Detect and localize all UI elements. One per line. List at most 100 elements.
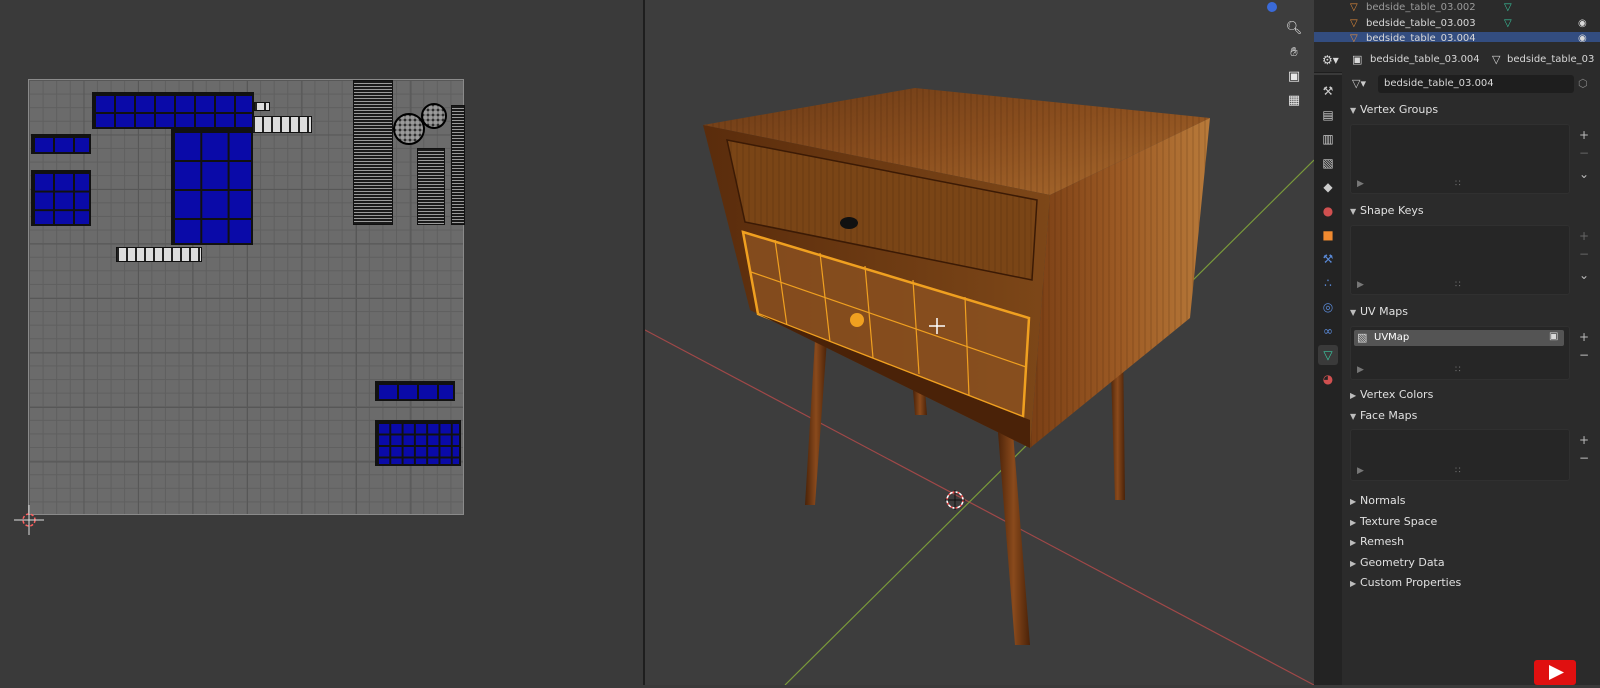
remove-face-map-button[interactable]: − <box>1577 451 1591 465</box>
panel-normals[interactable]: ▶ Normals <box>1350 492 1406 510</box>
active-render-camera-icon[interactable]: ▣ <box>1549 331 1558 342</box>
collapsed-icon: ▶ <box>1350 391 1357 400</box>
panel-uv-maps[interactable]: ▼ UV Maps <box>1350 303 1408 321</box>
resize-grip-icon[interactable]: ∷ <box>1455 179 1461 189</box>
expanded-icon: ▼ <box>1350 106 1357 115</box>
resize-grip-icon[interactable]: ∷ <box>1455 365 1461 375</box>
expand-filter-icon[interactable]: ▶ <box>1357 179 1364 189</box>
uv-island[interactable] <box>171 129 253 245</box>
uv-cursor-icon <box>14 505 44 535</box>
shape-keys-list[interactable]: ▶ ∷ <box>1350 225 1570 295</box>
expand-filter-icon[interactable]: ▶ <box>1357 365 1364 375</box>
panel-vertex-colors[interactable]: ▶ Vertex Colors <box>1350 386 1433 404</box>
expanded-icon: ▼ <box>1350 207 1357 216</box>
expand-filter-icon[interactable]: ▶ <box>1357 280 1364 290</box>
mesh-datablock-selector[interactable]: ▽▾ bedside_table_03.004 ⬡ <box>1342 75 1600 95</box>
properties-tabs: ⚒ ▤ ▥ ▧ ◆ ● ■ ⚒ ∴ ◎ ∞ ▽ ◕ <box>1314 75 1342 685</box>
add-shape-key-button[interactable]: + <box>1577 229 1591 243</box>
object-name-label: bedside_table_03.004 <box>1370 54 1480 65</box>
editor-type-icon[interactable]: ⚙▾ <box>1322 53 1339 67</box>
shape-key-specials-button[interactable]: ⌄ <box>1577 268 1591 282</box>
mesh-name-value: bedside_table_03.004 <box>1384 78 1494 89</box>
uv-island[interactable] <box>116 247 202 262</box>
uv-island[interactable] <box>375 420 461 466</box>
3d-cursor-icon <box>945 490 965 510</box>
expand-filter-icon[interactable]: ▶ <box>1357 466 1364 476</box>
render-icon[interactable]: ▤ <box>1318 105 1338 125</box>
eye-icon[interactable]: ◉ <box>1578 32 1587 42</box>
scene-icon[interactable]: ◆ <box>1318 177 1338 197</box>
mesh-icon: ▽ <box>1350 33 1358 42</box>
uv-island[interactable] <box>92 92 254 129</box>
mesh-data-icon: ▽▾ <box>1352 77 1366 90</box>
world-icon[interactable]: ● <box>1318 201 1338 221</box>
resize-grip-icon[interactable]: ∷ <box>1455 466 1461 476</box>
outliner-row[interactable]: ▽ bedside_table_03.003 ▽ ◉ <box>1314 16 1600 32</box>
outliner-row[interactable]: ▽ bedside_table_03.002 ▽ <box>1314 0 1600 16</box>
output-icon[interactable]: ▥ <box>1318 129 1338 149</box>
properties-editor[interactable]: ▽▾ bedside_table_03.004 ⬡ ▼ Vertex Groups… <box>1342 72 1600 685</box>
particles-icon[interactable]: ∴ <box>1318 273 1338 293</box>
physics-icon[interactable]: ◎ <box>1318 297 1338 317</box>
panel-texture-space[interactable]: ▶ Texture Space <box>1350 513 1437 531</box>
mesh-icon: ▽ <box>1350 2 1358 13</box>
uv-island[interactable] <box>421 103 447 129</box>
remove-vertex-group-button[interactable]: − <box>1577 146 1591 160</box>
grid-icon[interactable]: ▦ <box>1285 92 1303 110</box>
tool-icon[interactable]: ⚒ <box>1318 81 1338 101</box>
modifier-icon[interactable]: ⚒ <box>1318 249 1338 269</box>
panel-remesh[interactable]: ▶ Remesh <box>1350 533 1404 551</box>
zoom-icon[interactable]: 🔍︎ <box>1285 20 1303 38</box>
uv-map-name: UVMap <box>1374 332 1410 343</box>
collapsed-icon: ▶ <box>1350 538 1357 547</box>
face-maps-list[interactable]: ▶ ∷ <box>1350 429 1570 481</box>
panel-title: Texture Space <box>1360 515 1438 528</box>
uv-island[interactable] <box>417 148 445 225</box>
object-icon[interactable]: ■ <box>1318 225 1338 245</box>
uv-map-item[interactable]: ▧ UVMap ▣ <box>1354 330 1564 346</box>
uv-island[interactable] <box>451 105 465 225</box>
add-face-map-button[interactable]: + <box>1577 433 1591 447</box>
hand-icon[interactable]: ✋︎ <box>1285 44 1303 62</box>
panel-title: Shape Keys <box>1360 204 1424 217</box>
vertex-groups-list[interactable]: ▶ ∷ <box>1350 124 1570 194</box>
viewport-navigation-tools: 🔍︎ ✋︎ ▣ ▦ <box>1285 20 1303 116</box>
mesh-data-icon: ▽ <box>1504 18 1512 29</box>
uv-island[interactable] <box>31 134 91 154</box>
material-icon[interactable]: ◕ <box>1318 369 1338 389</box>
add-vertex-group-button[interactable]: + <box>1577 128 1591 142</box>
mesh-name-field[interactable]: bedside_table_03.004 <box>1378 75 1574 93</box>
panel-face-maps[interactable]: ▼ Face Maps <box>1350 407 1417 425</box>
uv-island[interactable] <box>353 80 393 225</box>
panel-shape-keys[interactable]: ▼ Shape Keys <box>1350 202 1424 220</box>
remove-uv-map-button[interactable]: − <box>1577 348 1591 362</box>
uv-maps-list[interactable]: ▧ UVMap ▣ ▶ ∷ <box>1350 326 1570 380</box>
constraints-icon[interactable]: ∞ <box>1318 321 1338 341</box>
outliner-row-label: bedside_table_03.004 <box>1366 33 1476 42</box>
uv-island[interactable] <box>31 170 91 226</box>
panel-title: Remesh <box>1360 535 1405 548</box>
3d-viewport[interactable]: 🔍︎ ✋︎ ▣ ▦ <box>645 0 1314 685</box>
resize-grip-icon[interactable]: ∷ <box>1455 280 1461 290</box>
uv-island[interactable] <box>375 381 455 401</box>
remove-shape-key-button[interactable]: − <box>1577 247 1591 261</box>
outliner-row-active[interactable]: ▽ bedside_table_03.004 ◉ <box>1314 32 1600 42</box>
panel-custom-properties[interactable]: ▶ Custom Properties <box>1350 574 1461 592</box>
gizmo-z-dot[interactable] <box>1267 2 1277 12</box>
view-layer-icon[interactable]: ▧ <box>1318 153 1338 173</box>
add-uv-map-button[interactable]: + <box>1577 330 1591 344</box>
mesh-data-tab-icon[interactable]: ▽ <box>1318 345 1338 365</box>
uv-island[interactable] <box>254 102 270 111</box>
eye-icon[interactable]: ◉ <box>1578 16 1587 32</box>
uv-editor[interactable] <box>0 0 643 685</box>
panel-vertex-groups[interactable]: ▼ Vertex Groups <box>1350 101 1438 119</box>
outliner[interactable]: ▽ bedside_table_03.002 ▽ ▽ bedside_table… <box>1314 0 1600 50</box>
fake-user-icon[interactable]: ⬡ <box>1578 77 1588 90</box>
camera-icon[interactable]: ▣ <box>1285 68 1303 86</box>
panel-geometry-data[interactable]: ▶ Geometry Data <box>1350 554 1445 572</box>
expanded-icon: ▼ <box>1350 412 1357 421</box>
vertex-group-specials-button[interactable]: ⌄ <box>1577 167 1591 181</box>
uv-island[interactable] <box>252 116 312 133</box>
panel-title: Geometry Data <box>1360 556 1445 569</box>
uv-grid[interactable] <box>28 79 465 515</box>
